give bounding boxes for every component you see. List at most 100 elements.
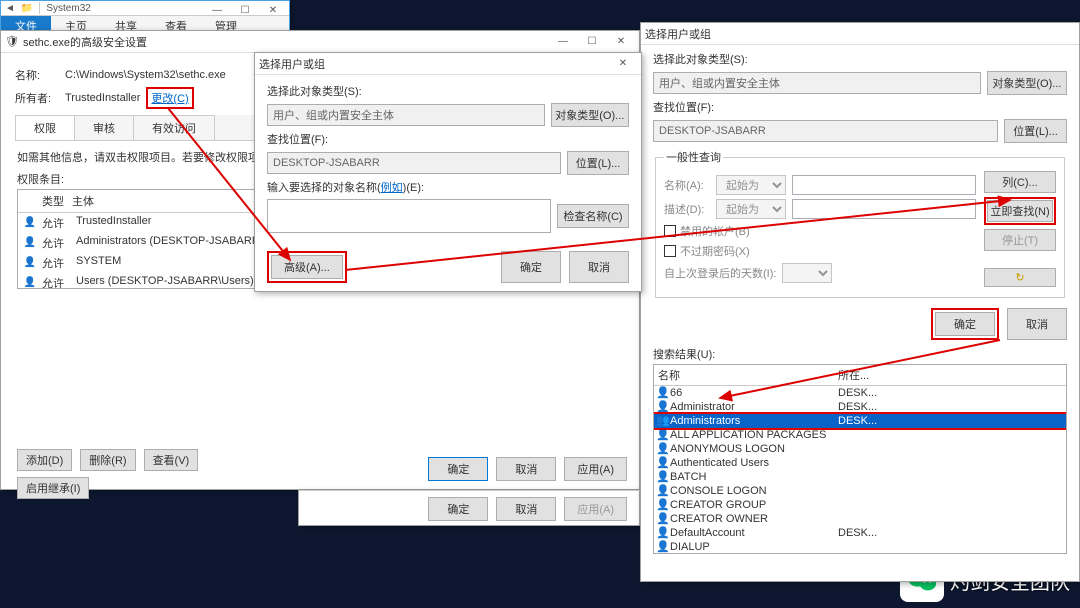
qname-input[interactable] [792,175,976,195]
advsec-titlebar[interactable]: 🛡 sethc.exe的高级安全设置 — ☐ ✕ [1,31,639,53]
check-names-button[interactable]: 检查名称(C) [557,204,629,228]
owner-value: TrustedInstaller [65,92,140,104]
object-name-input[interactable] [267,199,551,233]
result-row[interactable]: 👤DIALUP [654,540,1066,554]
inner-button-bar: 确定 取消 应用(A) [298,490,640,526]
max-icon[interactable]: ☐ [231,1,259,19]
result-row[interactable]: 👤ALL APPLICATION PACKAGES [654,428,1066,442]
user-icon: 👤 [22,255,38,269]
objtype-input [267,104,545,126]
stop-button[interactable]: 停止(T) [984,229,1056,251]
add-button[interactable]: 添加(D) [17,449,72,471]
user-icon: 👤 [656,400,670,414]
user-icon: 👤 [656,484,670,498]
qdesc-input[interactable] [792,199,976,219]
cancel-button[interactable]: 取消 [1007,308,1067,340]
dialog-title: 选择用户或组 [259,56,325,72]
loc-button[interactable]: 位置(L)... [1004,119,1067,143]
qdesc-mode[interactable]: 起始为 [716,199,786,219]
user-icon: 👤 [656,512,670,526]
find-now-button[interactable]: 立即查找(N) [987,200,1053,222]
refresh-icon[interactable]: ↻ [984,268,1056,287]
apply-button[interactable]: 应用(A) [564,497,627,521]
ok-button[interactable]: 确定 [428,457,488,481]
tab-effective[interactable]: 有效访问 [133,115,215,140]
enable-inherit-button[interactable]: 启用继承(I) [17,477,89,499]
loc-input [653,120,998,142]
ok-button[interactable]: 确定 [935,312,995,336]
result-row[interactable]: 👤ANONYMOUS LOGON [654,442,1066,456]
qname-mode[interactable]: 起始为 [716,175,786,195]
cancel-button[interactable]: 取消 [496,457,556,481]
change-owner-link[interactable]: 更改(C) [151,93,188,105]
loc-input [267,152,561,174]
remove-button[interactable]: 删除(R) [80,449,135,471]
user-icon: 👤 [656,386,670,400]
selectuser-titlebar[interactable]: 选择用户或组 ✕ [255,53,641,75]
results-label: 搜索结果(U): [653,346,1067,362]
user-icon: 👤 [22,275,38,289]
result-row[interactable]: 👤DefaultAccountDESK... [654,526,1066,540]
advanced-button[interactable]: 高级(A)... [271,255,343,279]
explorer-header: ◄ 📁 System32 文件 主页 共享 查看 管理 — ☐ ✕ [0,0,290,30]
tab-permissions[interactable]: 权限 [15,115,75,140]
name-label: 名称: [15,67,65,83]
close-icon[interactable]: ✕ [259,1,287,19]
nonexp-pwd-checkbox[interactable] [664,245,676,257]
min-icon[interactable]: — [549,33,577,51]
user-icon: 👥 [656,414,670,428]
qname-label: 名称(A): [664,177,716,193]
selectuser2-titlebar[interactable]: 选择用户或组 [641,23,1079,45]
user-icon: 👤 [656,526,670,540]
user-icon: 👤 [656,428,670,442]
close-icon[interactable]: ✕ [609,55,637,73]
col-name[interactable]: 名称 [654,365,834,385]
col-folder[interactable]: 所在... [834,365,873,385]
select-user-dialog: 选择用户或组 ✕ 选择此对象类型(S): 对象类型(O)... 查找位置(F):… [254,52,642,292]
select-user-advanced-dialog: 选择用户或组 选择此对象类型(S): 对象类型(O)... 查找位置(F): 位… [640,22,1080,582]
user-icon: 👤 [22,215,38,229]
close-icon[interactable]: ✕ [607,33,635,51]
days-select[interactable] [782,263,832,283]
disabled-acct-checkbox[interactable] [664,225,676,237]
loc-label: 查找位置(F): [267,131,629,147]
loc-button[interactable]: 位置(L)... [567,151,629,175]
user-icon: 👤 [22,235,38,249]
result-row[interactable]: 👤66DESK... [654,386,1066,400]
objtype-button[interactable]: 对象类型(O)... [551,103,629,127]
result-row[interactable]: 👤CREATOR OWNER [654,512,1066,526]
max-icon[interactable]: ☐ [578,33,606,51]
result-row[interactable]: 👤Authenticated Users [654,456,1066,470]
result-row[interactable]: 👥AdministratorsDESK... [654,414,1066,428]
cancel-button[interactable]: 取消 [496,497,556,521]
apply-button[interactable]: 应用(A) [564,457,627,481]
example-link[interactable]: 例如 [381,182,403,194]
objtype-label: 选择此对象类型(S): [267,83,629,99]
result-row[interactable]: 👤AdministratorDESK... [654,400,1066,414]
name-value: C:\Windows\System32\sethc.exe [65,69,226,81]
folder-icon: 📁 [21,3,33,14]
result-row[interactable]: 👤BATCH [654,470,1066,484]
ok-button[interactable]: 确定 [501,251,561,283]
disabled-acct-label: 禁用的帐户(B) [680,223,750,239]
user-icon: 👤 [656,456,670,470]
columns-button[interactable]: 列(C)... [984,171,1056,193]
result-row[interactable]: 👤CREATOR GROUP [654,498,1066,512]
cancel-button[interactable]: 取消 [569,251,629,283]
min-icon[interactable]: — [203,1,231,19]
lock-icon: 🛡 [5,35,19,48]
nav-back-icon[interactable]: ◄ [5,3,15,14]
col-type[interactable]: 类型 [22,193,72,209]
tab-audit[interactable]: 审核 [74,115,134,140]
col-principal[interactable]: 主体 [72,193,94,209]
enter-label-post: )(E): [403,182,424,194]
objtype-button[interactable]: 对象类型(O)... [987,71,1067,95]
nonexp-pwd-label: 不过期密码(X) [680,243,750,259]
advsec-title: sethc.exe的高级安全设置 [23,34,147,50]
breadcrumb-path[interactable]: System32 [46,3,90,14]
common-query-legend: 一般性查询 [664,149,723,165]
ok-button[interactable]: 确定 [428,497,488,521]
view-button[interactable]: 查看(V) [144,449,199,471]
result-row[interactable]: 👤CONSOLE LOGON [654,484,1066,498]
user-icon: 👤 [656,498,670,512]
